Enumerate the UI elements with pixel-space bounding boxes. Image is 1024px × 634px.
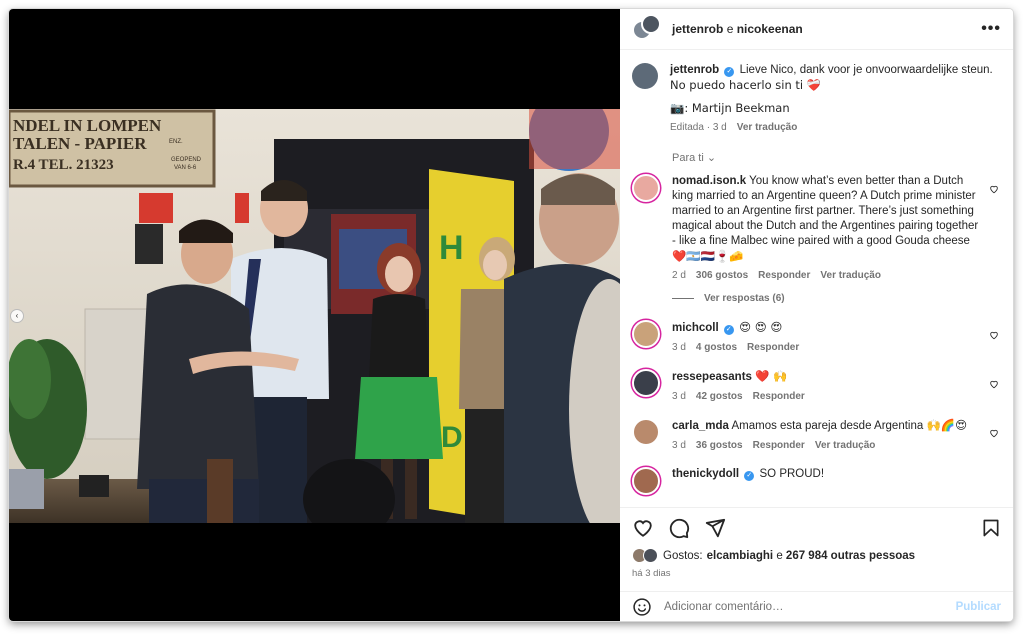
- caption-username[interactable]: jettenrob: [670, 64, 719, 76]
- banner-letter-bottom: D: [441, 421, 463, 454]
- caption-text-line1: Lieve Nico, dank voor je onvoorwaardelij…: [739, 64, 993, 76]
- more-horizontal-icon[interactable]: •••: [981, 20, 1001, 38]
- comment-avatar[interactable]: [632, 369, 660, 397]
- comment-item: ressepeasants ❤️ 🙌 3 d 42 gostos Respond…: [632, 369, 999, 404]
- comments-list[interactable]: jettenrob ✓ Lieve Nico, dank voor je onv…: [620, 51, 1013, 507]
- sign-small-2: GEOPEND: [171, 157, 202, 163]
- comment-text: SO PROUD!: [759, 468, 825, 480]
- caption-edited: Editada: [670, 122, 704, 133]
- header-avatars[interactable]: [632, 14, 662, 44]
- avatar[interactable]: [641, 14, 661, 34]
- chevron-down-icon: ⌄: [706, 152, 717, 164]
- view-replies-label: Ver respostas (6): [704, 293, 785, 304]
- comment-username[interactable]: carla_mda: [672, 420, 729, 432]
- comment-avatar[interactable]: [632, 320, 660, 348]
- post-window: NDEL IN LOMPEN TALEN - PAPIER R.4 TEL. 2…: [9, 9, 1013, 621]
- comment-avatar[interactable]: [632, 174, 660, 202]
- sign-small-1: ENZ.: [169, 139, 183, 145]
- sign-line-2: TALEN - PAPIER: [13, 134, 147, 153]
- header-separator: e: [726, 22, 734, 36]
- comment-input[interactable]: [664, 600, 956, 613]
- post-side-panel: jettenrob e nicokeenan ••• jettenrob ✓ L…: [620, 9, 1013, 621]
- paper-plane-icon[interactable]: [704, 517, 726, 539]
- comment-emojis: 🙌🌈😍: [926, 418, 968, 432]
- comment-item: michcoll ✓ 😍 😍 😍 3 d 4 gostos Responder: [632, 320, 999, 355]
- comment-age: 3 d: [672, 391, 686, 402]
- comment-likes[interactable]: 36 gostos: [696, 438, 743, 453]
- comment-username[interactable]: michcoll: [672, 322, 719, 334]
- filter-label: Para ti: [672, 152, 704, 164]
- comment-item: carla_mda Amamos esta pareja desde Argen…: [632, 418, 999, 453]
- post-caption: jettenrob ✓ Lieve Nico, dank voor je onv…: [632, 63, 999, 135]
- caption-age: 3 d: [712, 122, 727, 133]
- heart-outline-icon[interactable]: [989, 428, 999, 438]
- comment-emojis: ❤️🇦🇷🇳🇱🍷🧀: [672, 249, 744, 263]
- bookmark-icon[interactable]: [981, 517, 1001, 539]
- smiley-icon[interactable]: [632, 597, 652, 617]
- comment-likes[interactable]: 4 gostos: [696, 340, 737, 355]
- banner-letter-top: H: [439, 229, 464, 267]
- verified-badge-icon: ✓: [744, 471, 755, 481]
- post-media[interactable]: NDEL IN LOMPEN TALEN - PAPIER R.4 TEL. 2…: [9, 9, 620, 621]
- heart-outline-icon[interactable]: [989, 379, 999, 389]
- comment-age: 3 d: [672, 440, 686, 451]
- likes-others[interactable]: 267 984 outras pessoas: [786, 550, 915, 562]
- likes-conj: e: [776, 550, 783, 562]
- comment-reply-button[interactable]: Responder: [753, 389, 805, 404]
- comment-reply-button[interactable]: Responder: [753, 438, 805, 453]
- comment-icon[interactable]: [668, 517, 690, 539]
- sign-line-3: R.4 TEL. 21323: [13, 157, 114, 173]
- comment-text: Amamos esta pareja desde Argentina: [731, 420, 924, 432]
- comment-item: nomad.ison.k You know what’s even better…: [632, 174, 999, 283]
- comment-username[interactable]: thenickydoll: [672, 468, 739, 480]
- sign-small-3: VAN 6-6: [174, 165, 197, 171]
- sign-line-1: NDEL IN LOMPEN: [13, 116, 162, 135]
- heart-outline-icon[interactable]: [989, 330, 999, 340]
- comment-age: 3 d: [672, 342, 686, 353]
- comment-avatar[interactable]: [632, 467, 660, 495]
- comment-item: thenickydoll ✓ SO PROUD!: [632, 467, 999, 495]
- caption-text-line2: No puedo hacerlo sin ti ❤️‍🩹: [670, 78, 822, 92]
- header-user-1[interactable]: jettenrob: [672, 22, 723, 36]
- comment-age: 2 d: [672, 270, 686, 281]
- comment-reply-button[interactable]: Responder: [758, 268, 810, 283]
- header-user-2[interactable]: nicokeenan: [737, 22, 803, 36]
- likers-avatars: [632, 548, 660, 564]
- carousel-prev-indicator[interactable]: ‹: [10, 309, 24, 323]
- caption-credit: 📷: Martijn Beekman: [670, 101, 790, 115]
- post-actions: Gostos: elcambiaghi e 267 984 outras pes…: [620, 507, 1013, 591]
- post-header: jettenrob e nicokeenan •••: [620, 9, 1013, 50]
- comment-likes[interactable]: 306 gostos: [696, 268, 748, 283]
- heart-outline-icon[interactable]: [632, 517, 654, 539]
- comment-likes[interactable]: 42 gostos: [696, 389, 743, 404]
- comment-username[interactable]: ressepeasants: [672, 371, 752, 383]
- add-comment-bar: Publicar: [620, 591, 1013, 621]
- post-photo[interactable]: NDEL IN LOMPEN TALEN - PAPIER R.4 TEL. 2…: [9, 109, 620, 523]
- verified-badge-icon: ✓: [723, 325, 734, 335]
- comment-translate-link[interactable]: Ver tradução: [820, 268, 881, 283]
- view-replies-button[interactable]: Ver respostas (6): [672, 293, 999, 304]
- likes-first-user[interactable]: elcambiaghi: [707, 550, 773, 562]
- caption-avatar[interactable]: [632, 63, 658, 89]
- publish-button[interactable]: Publicar: [956, 601, 1001, 613]
- caption-translate-link[interactable]: Ver tradução: [737, 120, 798, 135]
- header-usernames: jettenrob e nicokeenan: [672, 22, 803, 36]
- comment-username[interactable]: nomad.ison.k: [672, 175, 746, 187]
- comment-translate-link[interactable]: Ver tradução: [815, 438, 876, 453]
- avatar: [643, 548, 658, 563]
- verified-badge-icon: ✓: [724, 67, 735, 77]
- post-timestamp: há 3 dias: [632, 568, 671, 579]
- comment-reply-button[interactable]: Responder: [747, 340, 799, 355]
- comment-avatar[interactable]: [632, 418, 660, 446]
- likes-label: Gostos:: [663, 550, 703, 562]
- likes-summary[interactable]: Gostos: elcambiaghi e 267 984 outras pes…: [632, 548, 1001, 564]
- heart-outline-icon[interactable]: [989, 184, 999, 194]
- comment-emojis: ❤️ 🙌: [755, 369, 788, 383]
- comment-filter-dropdown[interactable]: Para ti ⌄: [672, 151, 999, 164]
- comment-emojis: 😍 😍 😍: [739, 320, 783, 334]
